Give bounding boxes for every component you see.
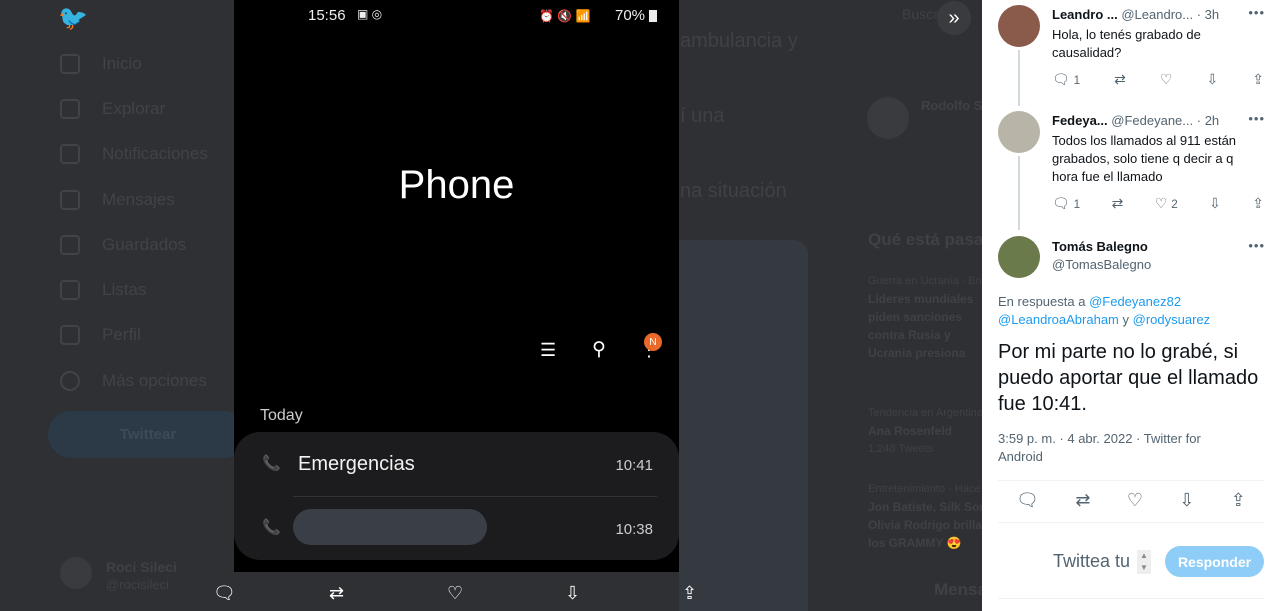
nav-more: Más opciones <box>60 371 207 391</box>
more-icon[interactable]: ••• <box>1248 111 1265 126</box>
bg-suggested-avatar <box>867 97 909 139</box>
twitter-logo-icon: 🐦 <box>58 5 88 32</box>
bg-user-handle: @rocisileci <box>106 577 170 592</box>
gallery-icon: ▣ ◎ <box>357 7 383 21</box>
person-icon <box>60 325 80 345</box>
battery-icon <box>649 10 657 22</box>
retweet-icon[interactable]: ⇄ <box>1114 71 1126 88</box>
bg-avatar <box>60 557 92 589</box>
reply-text: Todos los llamados al 911 están grabados… <box>1052 133 1237 184</box>
bg-tweet-fragment: na situación <box>680 180 787 202</box>
nav-notifications: Notificaciones <box>60 144 208 164</box>
like-icon[interactable]: ♡ <box>1127 490 1143 511</box>
share-icon[interactable]: ⇪ <box>1252 195 1264 212</box>
reply-actions: 🗨 1 ⇄ ♡ ⇩ ⇪ <box>1052 71 1264 88</box>
author-handle[interactable]: @TomasBalegno <box>1052 257 1151 272</box>
tweet-actions: 🗨 ⇄ ♡ ⇩ ⇪ <box>998 490 1264 511</box>
avatar[interactable] <box>998 5 1040 47</box>
bg-suggested-name: Rodolfo S <box>921 98 983 113</box>
scroll-stepper-icon[interactable]: ▲ ▼ <box>1137 550 1151 574</box>
share-icon[interactable]: ⇪ <box>1231 490 1246 511</box>
tweet-text: Por mi parte no lo grabé, si puedo aport… <box>998 341 1259 415</box>
comment-icon[interactable]: 🗨 <box>1016 490 1039 511</box>
share-icon[interactable]: ⇪ <box>1252 71 1264 88</box>
search-icon: ⚲ <box>592 339 606 360</box>
collapse-panel-button[interactable]: » <box>937 1 971 35</box>
avatar[interactable] <box>998 236 1040 278</box>
nav-lists: Listas <box>60 280 146 300</box>
section-today: Today <box>260 407 303 424</box>
battery-level: 70% <box>615 7 646 24</box>
retweet-icon[interactable]: ⇄ <box>1112 195 1124 212</box>
mail-icon <box>60 190 80 210</box>
like-icon[interactable]: ♡ <box>1160 71 1173 88</box>
phone-title: Phone <box>398 163 515 207</box>
bg-image <box>679 240 808 611</box>
nav-home: Inicio <box>60 54 142 74</box>
outgoing-call-icon: 📞 <box>262 519 281 536</box>
tweet-meta[interactable]: 3:59 p. m. · 4 abr. 2022 · Twitter for A… <box>998 430 1238 466</box>
like-icon[interactable]: ♡ 2 <box>1155 195 1178 212</box>
nav-bookmarks: Guardados <box>60 235 186 255</box>
bg-trend: Entretenimiento · Hace Jon Batiste, Silk… <box>868 483 982 550</box>
download-icon[interactable]: ⇩ <box>1179 490 1194 511</box>
filter-icon: ☰ <box>540 340 557 360</box>
more-icon[interactable]: ••• <box>1248 5 1265 20</box>
bookmark-icon <box>60 235 80 255</box>
reply-context: En respuesta a @Fedeyanez82 @LeandroaAbr… <box>998 294 1211 327</box>
media-image-phone-screenshot: 15:56 ▣ ◎ ⏰ 🔇 📶 70% Phone ☰ ⚲ ⋮ N Today … <box>234 0 679 572</box>
nav-profile: Perfil <box>60 325 141 345</box>
download-icon[interactable]: ⇩ <box>565 583 580 604</box>
tweet-button-bg: Twittear <box>48 411 248 458</box>
notification-badge: N <box>644 333 662 351</box>
reply-header: Fedeya... @Fedeyane... · 2h <box>1052 113 1220 128</box>
author-name[interactable]: Tomás Balegno <box>1052 239 1148 254</box>
call-row: 📞 Emergencias 10:41 <box>262 453 653 475</box>
download-icon[interactable]: ⇩ <box>1209 195 1221 212</box>
more-icon[interactable]: ••• <box>1248 238 1265 253</box>
avatar[interactable] <box>998 111 1040 153</box>
status-icons: ⏰ 🔇 📶 <box>539 9 591 23</box>
redacted-name <box>293 509 487 545</box>
like-icon[interactable]: ♡ <box>447 583 463 604</box>
call-log: 📞 Emergencias 10:41 📞 10:38 <box>234 432 679 560</box>
bg-tweet-fragment: í una <box>680 105 725 127</box>
bg-user-name: Roci Sileci <box>106 559 177 575</box>
nav-messages: Mensajes <box>60 190 175 210</box>
bg-trend: Guerra en Ucrania · En vivo Líderes mund… <box>868 275 982 360</box>
list-icon <box>60 280 80 300</box>
comment-icon[interactable]: 🗨 1 <box>1052 71 1080 88</box>
bell-icon <box>60 144 80 164</box>
more-circle-icon <box>60 371 80 391</box>
phone-time: 15:56 <box>308 7 346 24</box>
reply-button[interactable]: Responder <box>1165 546 1264 577</box>
reply-panel: Leandro ... @Leandro... · 3h ••• Hola, l… <box>982 0 1279 611</box>
comment-icon[interactable]: 🗨 1 <box>1052 195 1080 212</box>
download-icon[interactable]: ⇩ <box>1207 71 1219 88</box>
reply-header: Leandro ... @Leandro... · 3h <box>1052 7 1220 22</box>
compose-input[interactable]: Twittea tu <box>1053 551 1130 572</box>
comment-icon[interactable]: 🗨 <box>213 583 236 604</box>
outgoing-call-icon: 📞 <box>262 455 281 472</box>
reply-text: Hola, lo tenés grabado de causalidad? <box>1052 27 1201 60</box>
share-icon[interactable]: ⇪ <box>682 583 697 604</box>
home-icon <box>60 54 80 74</box>
bg-tweet-fragment: ambulancia y <box>680 30 798 52</box>
retweet-icon[interactable]: ⇄ <box>329 583 344 604</box>
retweet-icon[interactable]: ⇄ <box>1075 490 1090 511</box>
hashtag-icon <box>60 99 80 119</box>
reply-actions: 🗨 1 ⇄ ♡ 2 ⇩ ⇪ <box>1052 195 1264 212</box>
nav-explore: Explorar <box>60 99 165 119</box>
bg-trend: Tendencia en Argentina Ana Rosenfeld 1.2… <box>868 407 982 455</box>
bg-trends-title: Qué está pasando <box>868 230 982 249</box>
